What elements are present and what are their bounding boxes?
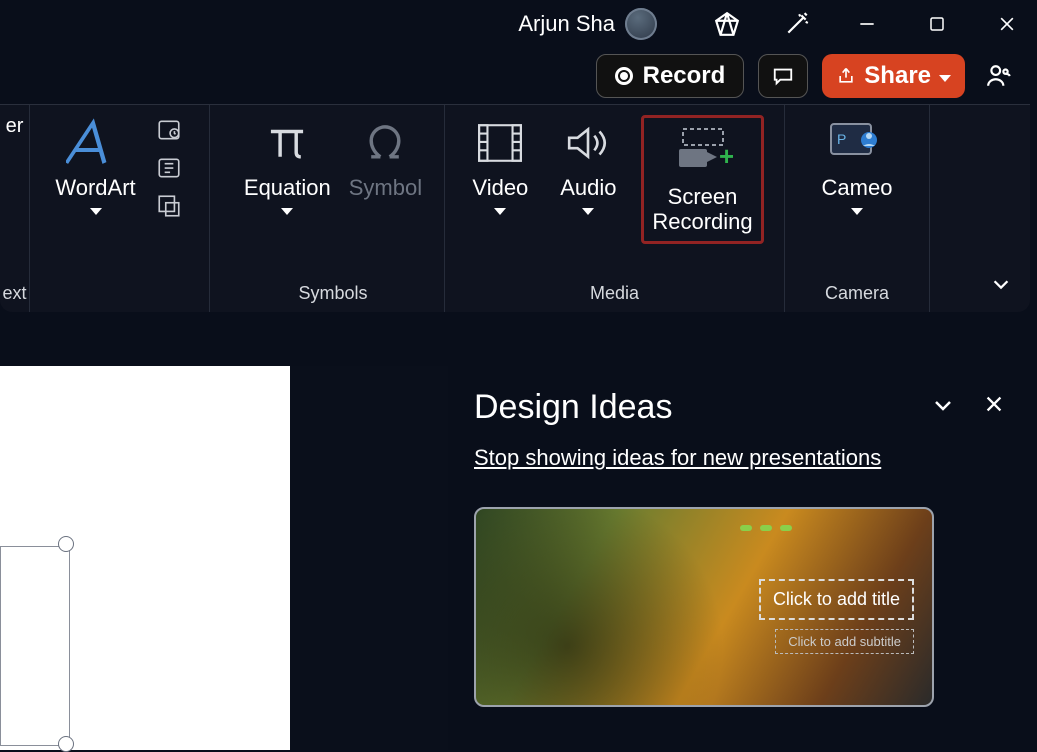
title-placeholder: Click to add title — [759, 579, 914, 620]
screen-recording-icon: + — [673, 124, 733, 180]
group-label-camera: Camera — [825, 283, 889, 304]
premium-icon[interactable] — [707, 4, 747, 44]
record-icon — [615, 67, 633, 85]
user-name: Arjun Sha — [518, 11, 615, 37]
chevron-down-icon — [939, 75, 951, 82]
speaker-icon — [565, 115, 611, 171]
group-label-text: ext — [3, 283, 27, 304]
audio-button[interactable]: Audio — [553, 115, 623, 215]
chevron-down-icon — [851, 208, 863, 215]
design-ideas-title: Design Ideas — [474, 388, 672, 427]
collapse-ribbon-button[interactable] — [990, 273, 1012, 300]
design-idea-thumbnail[interactable]: Click to add title Click to add subtitle — [474, 507, 934, 707]
omega-icon — [362, 115, 408, 171]
symbol-button[interactable]: Symbol — [349, 115, 422, 200]
share-button[interactable]: Share — [822, 54, 965, 98]
cameo-button[interactable]: P Cameo — [822, 115, 893, 215]
wordart-button[interactable]: WordArt — [55, 115, 135, 215]
wordart-label: WordArt — [55, 175, 135, 200]
pi-icon — [264, 115, 310, 171]
magic-wand-icon[interactable] — [777, 4, 817, 44]
audio-label: Audio — [560, 175, 616, 200]
record-button[interactable]: Record — [596, 54, 745, 98]
presence-button[interactable] — [979, 54, 1019, 98]
truncated-er: er — [6, 115, 24, 138]
wordart-icon — [66, 115, 126, 171]
equation-button[interactable]: Equation — [244, 115, 331, 215]
cameo-label: Cameo — [822, 175, 893, 200]
screen-recording-button[interactable]: + Screen Recording — [641, 115, 763, 244]
design-ideas-panel: Design Ideas Stop showing ideas for new … — [448, 366, 1037, 750]
chevron-down-icon — [582, 208, 594, 215]
film-icon — [477, 115, 523, 171]
maximize-button[interactable] — [917, 4, 957, 44]
chevron-down-icon — [281, 208, 293, 215]
subtitle-placeholder: Click to add subtitle — [775, 629, 914, 654]
slide-canvas[interactable] — [0, 366, 448, 750]
share-label: Share — [864, 62, 931, 90]
symbol-label: Symbol — [349, 175, 422, 200]
selection-handle[interactable] — [58, 536, 74, 552]
group-label-symbols: Symbols — [298, 283, 367, 304]
screen-recording-label: Screen Recording — [652, 184, 752, 235]
close-panel-button[interactable] — [983, 393, 1005, 422]
chevron-down-icon — [494, 208, 506, 215]
equation-label: Equation — [244, 175, 331, 200]
video-button[interactable]: Video — [465, 115, 535, 215]
object-button[interactable] — [154, 191, 184, 221]
comments-button[interactable] — [758, 54, 808, 98]
svg-text:P: P — [837, 131, 846, 147]
selection-box[interactable] — [0, 546, 70, 746]
dots-decoration — [740, 525, 792, 531]
chevron-down-icon — [90, 208, 102, 215]
svg-text:+: + — [719, 141, 733, 171]
slide-number-button[interactable] — [154, 153, 184, 183]
minimize-button[interactable] — [847, 4, 887, 44]
cameo-icon: P — [827, 115, 887, 171]
user-avatar[interactable] — [625, 8, 657, 40]
video-label: Video — [472, 175, 528, 200]
record-label: Record — [643, 62, 726, 90]
collapse-panel-button[interactable] — [931, 393, 955, 422]
date-time-button[interactable] — [154, 115, 184, 145]
stop-showing-link[interactable]: Stop showing ideas for new presentations — [474, 445, 881, 470]
group-label-media: Media — [590, 283, 639, 304]
close-button[interactable] — [987, 4, 1027, 44]
